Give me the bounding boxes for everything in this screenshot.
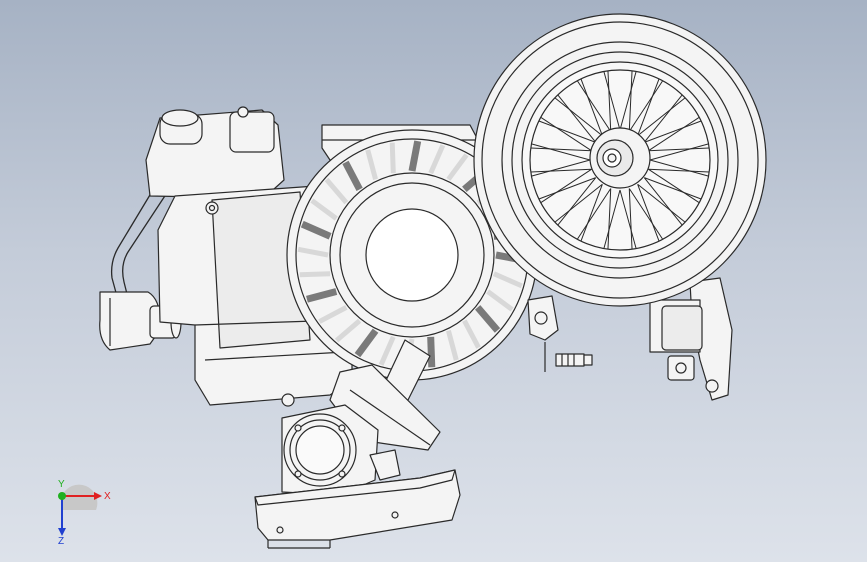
x-axis-label: X	[104, 491, 111, 502]
fan-fin	[389, 142, 396, 174]
coordinate-triad: X Y Z	[58, 479, 111, 547]
triad-origin-quadrant	[62, 484, 98, 510]
wheel-hub[interactable]	[589, 127, 651, 189]
y-axis-dot	[58, 492, 66, 500]
fan-fin	[427, 336, 436, 368]
z-axis-label: Z	[58, 536, 64, 547]
fan-fin	[299, 271, 331, 278]
engine-assembly-model[interactable]	[0, 0, 867, 562]
z-axis-arrowhead	[58, 528, 66, 536]
adjuster-bolt[interactable]	[527, 295, 593, 372]
muffler-bracket[interactable]	[145, 106, 285, 199]
cad-3d-viewport[interactable]: X Y Z	[0, 0, 867, 562]
y-axis-label: Y	[58, 479, 65, 490]
x-axis-arrowhead	[94, 492, 102, 500]
